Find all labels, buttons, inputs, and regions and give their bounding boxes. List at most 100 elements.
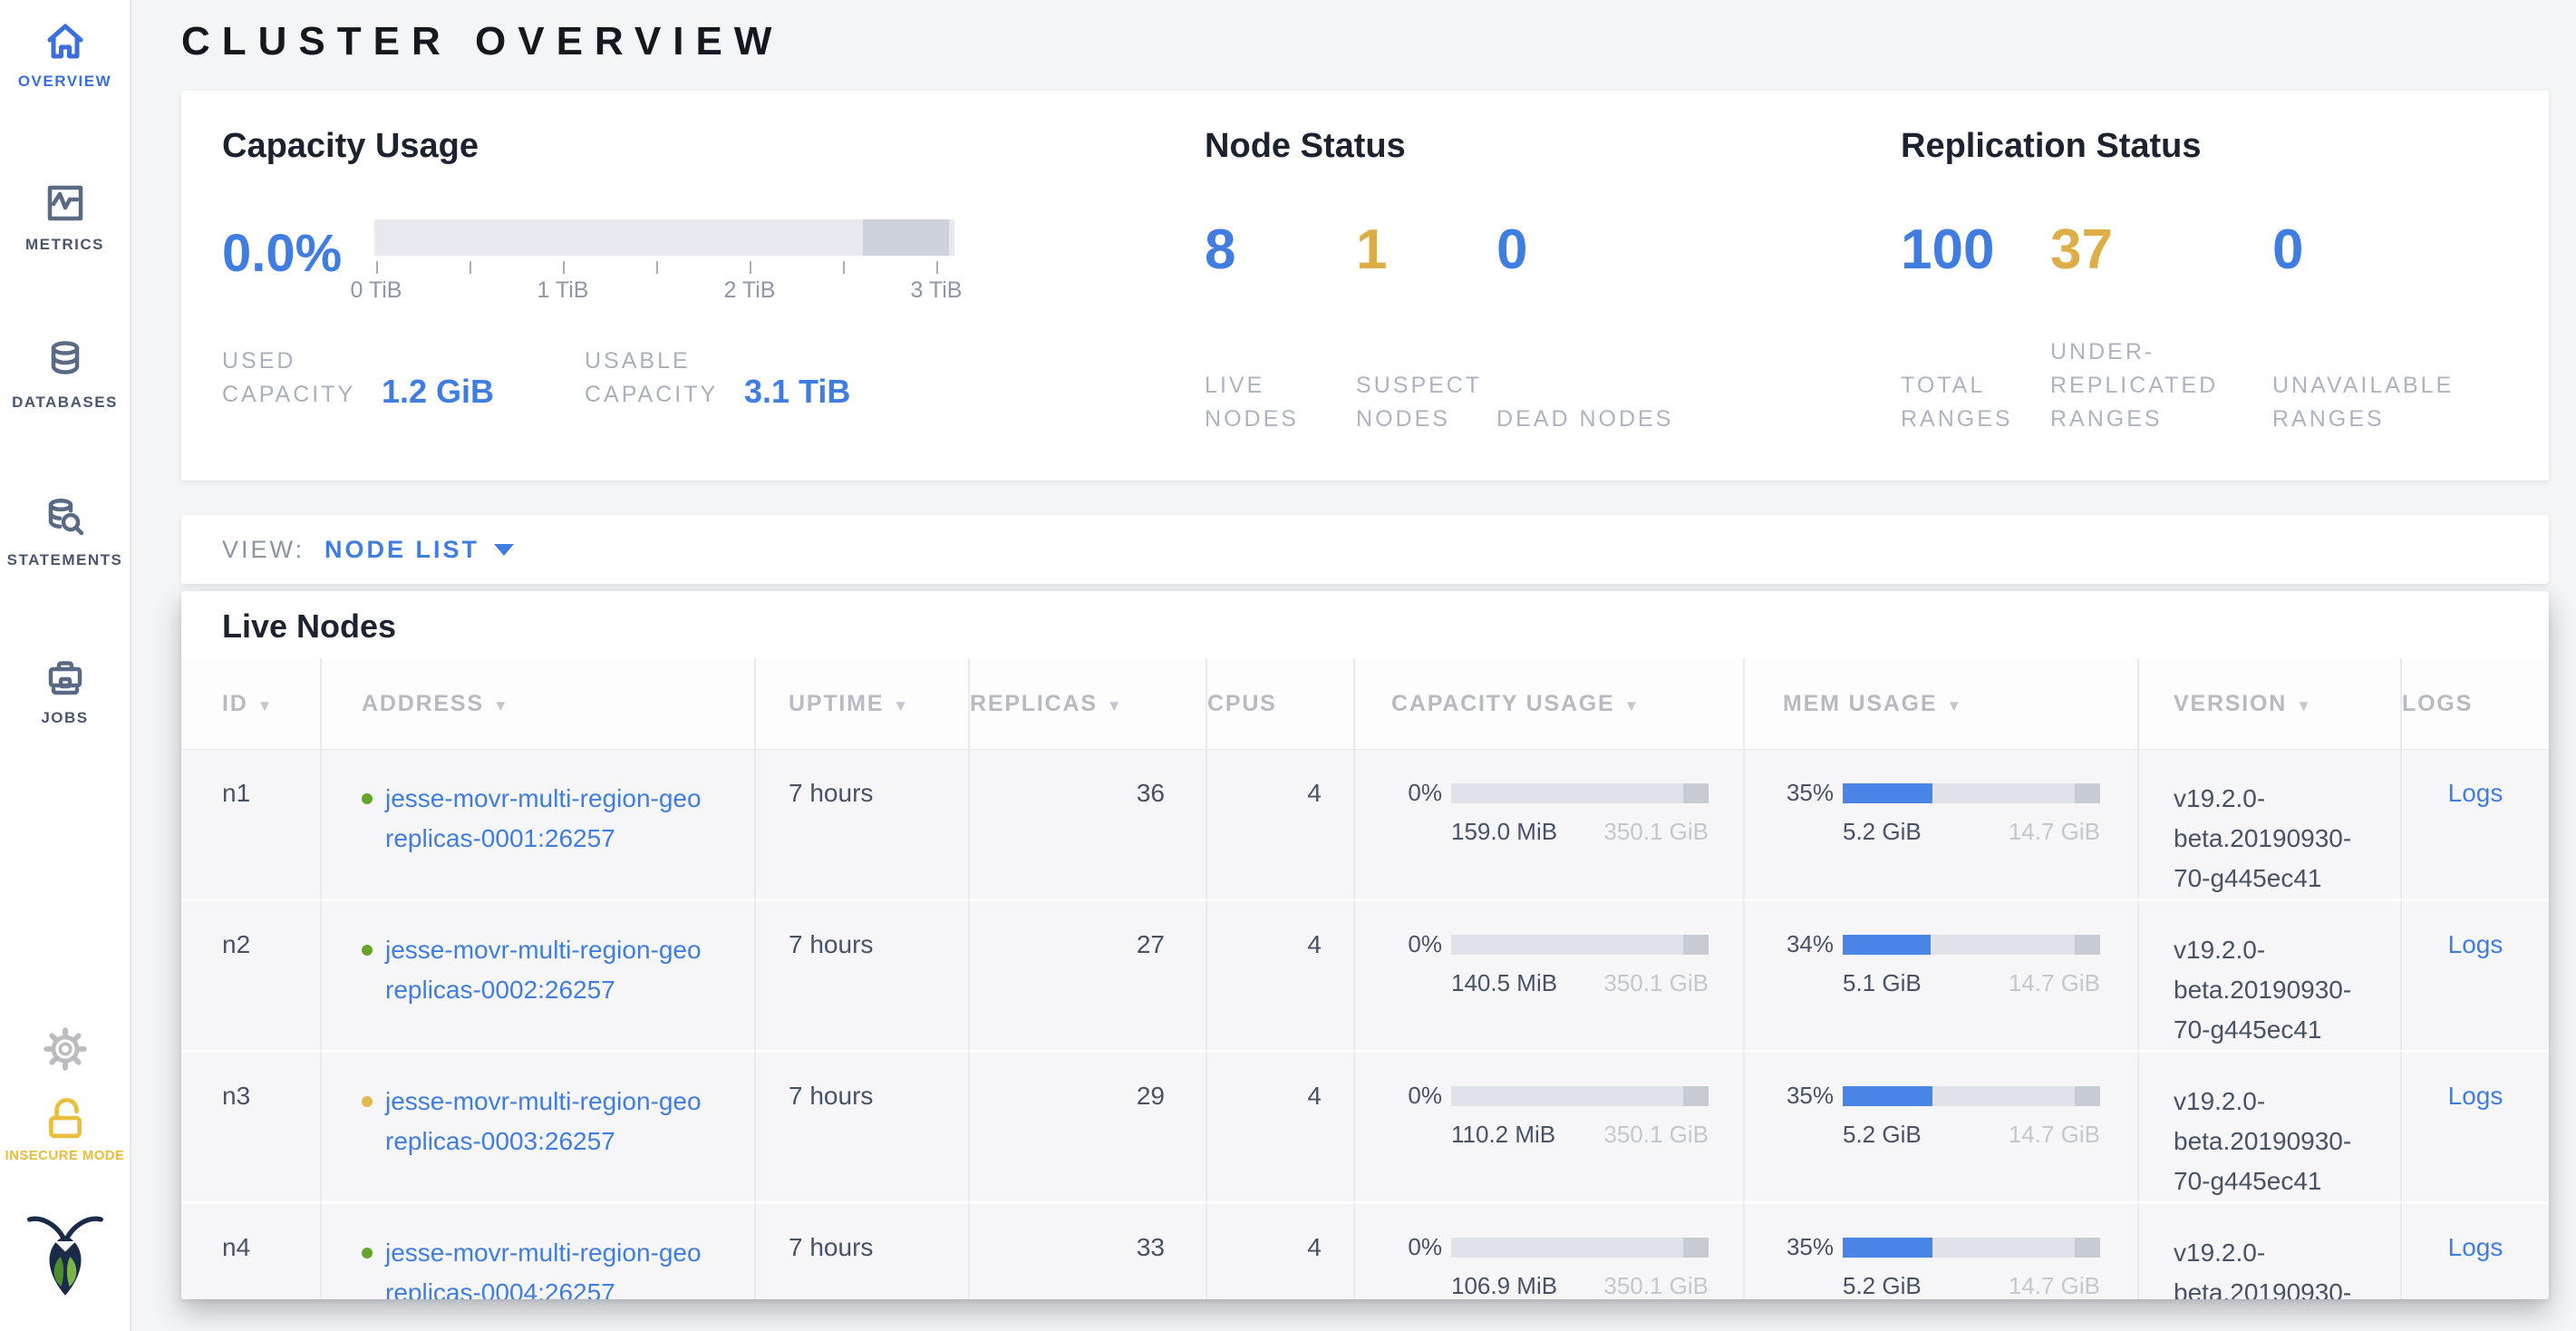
node-id: n3 [181, 1050, 322, 1201]
capacity-gauge-ticks [374, 261, 954, 276]
used-capacity-stat: USED CAPACITY 1.2 GiB [222, 345, 585, 412]
live-nodes-label: LIVE NODES [1205, 335, 1356, 436]
unavailable-ranges-stat: 0 UNAVAILABLE RANGES [2272, 218, 2508, 436]
logs-link[interactable]: Logs [2448, 1233, 2503, 1261]
table-row: n3 jesse-movr-multi-region-geo replicas-… [181, 1050, 2549, 1201]
column-header-version[interactable]: VERSION [2139, 658, 2402, 750]
metrics-icon [0, 181, 130, 225]
node-address-link[interactable]: jesse-movr-multi-region-geo replicas-000… [362, 930, 754, 1010]
node-address-link[interactable]: jesse-movr-multi-region-geo replicas-000… [362, 779, 754, 859]
node-mem-usage: 35% 5.2 GiB 14.7 GiB [1745, 1050, 2139, 1201]
briefcase-icon [0, 655, 130, 698]
sidebar-item-databases[interactable]: DATABASES [0, 339, 130, 412]
usable-capacity-stat: USABLE CAPACITY 3.1 TiB [585, 345, 947, 412]
usable-capacity-label: USABLE CAPACITY [585, 345, 730, 412]
node-version: v19.2.0-beta.20190930-70-g445ec41 [2174, 1233, 2368, 1299]
insecure-mode-label: INSECURE MODE [0, 1148, 130, 1163]
dead-nodes-value: 0 [1496, 218, 1696, 283]
statements-icon [0, 497, 130, 540]
sidebar-item-metrics[interactable]: METRICS [0, 181, 130, 254]
sidebar-item-label: OVERVIEW [0, 73, 130, 91]
capacity-usage-gauge [374, 219, 954, 256]
capacity-gauge-tick-labels: 0 TiB 1 TiB 2 TiB 3 TiB [374, 277, 954, 305]
cluster-summary-panel: Capacity Usage 0.0% 0 TiB 1 TiB 2 TiB [181, 91, 2549, 481]
node-address-link[interactable]: jesse-movr-multi-region-geo replicas-000… [362, 1233, 754, 1299]
sidebar-item-statements[interactable]: STATEMENTS [0, 497, 130, 569]
node-uptime: 7 hours [756, 1201, 970, 1299]
live-nodes-title: Live Nodes [181, 591, 2549, 658]
view-dropdown[interactable]: NODE LIST [324, 536, 479, 564]
suspect-nodes-label: SUSPECT NODES [1356, 335, 1496, 436]
unavailable-ranges-value: 0 [2272, 218, 2508, 283]
live-nodes-panel: Live Nodes ID ADDRESS UPTIME REPLICAS CP… [181, 591, 2549, 1299]
under-replicated-ranges-value: 37 [2050, 218, 2272, 283]
column-header-id[interactable]: ID [181, 658, 322, 750]
node-cpus: 4 [1207, 750, 1355, 899]
mem-bar [1843, 935, 2100, 955]
column-header-logs: LOGS [2402, 658, 2549, 750]
used-capacity-value: 1.2 GiB [382, 374, 494, 410]
cockroachdb-logo [0, 1211, 130, 1302]
usable-capacity-value: 3.1 TiB [744, 374, 850, 410]
view-label: VIEW: [222, 536, 305, 564]
tick-label: 0 TiB [351, 277, 402, 304]
total-ranges-stat: 100 TOTAL RANGES [1901, 218, 2050, 436]
insecure-mode-indicator[interactable]: INSECURE MODE [0, 1093, 130, 1163]
node-mem-usage: 35% 5.2 GiB 14.7 GiB [1745, 750, 2139, 899]
node-address-link[interactable]: jesse-movr-multi-region-geo replicas-000… [362, 1082, 754, 1161]
table-row: n2 jesse-movr-multi-region-geo replicas-… [181, 899, 2549, 1050]
capacity-bar [1451, 783, 1709, 803]
node-uptime: 7 hours [756, 750, 970, 899]
column-header-uptime[interactable]: UPTIME [756, 658, 970, 750]
node-version: v19.2.0-beta.20190930-70-g445ec41 [2174, 779, 2368, 899]
logs-link[interactable]: Logs [2448, 930, 2503, 958]
column-header-cpus: CPUS [1207, 658, 1355, 750]
mem-bar [1843, 783, 2100, 803]
suspect-nodes-stat: 1 SUSPECT NODES [1356, 218, 1496, 436]
node-uptime: 7 hours [756, 899, 970, 1050]
node-uptime: 7 hours [756, 1050, 970, 1201]
main-content: CLUSTER OVERVIEW Capacity Usage 0.0% 0 T… [131, 0, 2576, 1331]
capacity-gauge-end-segment [863, 219, 949, 256]
settings-gear-button[interactable] [0, 1026, 130, 1072]
column-header-address[interactable]: ADDRESS [322, 658, 756, 750]
sidebar-item-overview[interactable]: OVERVIEW [0, 22, 130, 91]
node-status-dot [362, 1096, 373, 1107]
home-icon [0, 22, 130, 62]
node-cpus: 4 [1207, 1050, 1355, 1201]
live-nodes-stat: 8 LIVE NODES [1205, 218, 1356, 436]
tick-label: 2 TiB [724, 277, 776, 304]
database-icon [0, 339, 130, 383]
node-version: v19.2.0-beta.20190930-70-g445ec41 [2174, 930, 2368, 1050]
cockroach-bug-icon [0, 1211, 130, 1302]
logs-link[interactable]: Logs [2448, 779, 2503, 807]
capacity-usage-title: Capacity Usage [222, 125, 1205, 167]
node-id: n1 [181, 750, 322, 899]
capacity-bar [1451, 935, 1709, 955]
column-header-capacity-usage[interactable]: CAPACITY USAGE [1355, 658, 1745, 750]
sidebar-item-jobs[interactable]: JOBS [0, 655, 130, 727]
node-id: n2 [181, 899, 322, 1050]
node-status-dot [362, 793, 373, 804]
tick-label: 3 TiB [911, 277, 963, 304]
node-cpus: 4 [1207, 899, 1355, 1050]
column-header-mem-usage[interactable]: MEM USAGE [1745, 658, 2139, 750]
sidebar-item-label: STATEMENTS [0, 551, 130, 569]
sidebar-item-label: METRICS [0, 236, 130, 254]
node-replicas: 29 [970, 1050, 1207, 1201]
node-status-dot [362, 945, 373, 956]
dead-nodes-stat: 0 DEAD NODES [1496, 218, 1696, 436]
used-capacity-label: USED CAPACITY [222, 345, 367, 412]
column-header-replicas[interactable]: REPLICAS [970, 658, 1207, 750]
chevron-down-icon[interactable] [494, 544, 514, 556]
capacity-usage-section: Capacity Usage 0.0% 0 TiB 1 TiB 2 TiB [222, 125, 1205, 481]
node-version: v19.2.0-beta.20190930-70-g445ec41 [2174, 1082, 2368, 1201]
node-capacity-usage: 0% 106.9 MiB 350.1 GiB [1355, 1201, 1745, 1299]
under-replicated-ranges-stat: 37 UNDER-REPLICATED RANGES [2050, 218, 2272, 436]
node-replicas: 27 [970, 899, 1207, 1050]
logs-link[interactable]: Logs [2448, 1082, 2503, 1110]
node-replicas: 33 [970, 1201, 1207, 1299]
sidebar-item-label: DATABASES [0, 393, 130, 412]
live-nodes-value: 8 [1205, 218, 1356, 283]
replication-status-title: Replication Status [1901, 125, 2508, 167]
